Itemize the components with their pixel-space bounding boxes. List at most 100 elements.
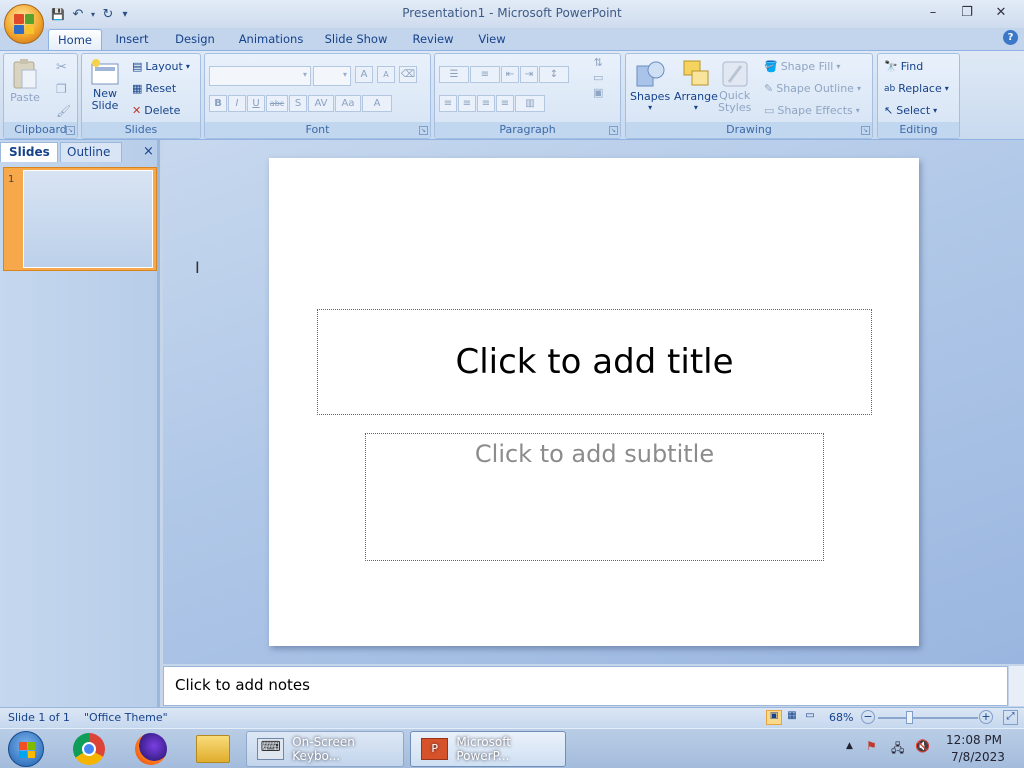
slide-thumbnail[interactable] (23, 170, 153, 268)
slide-canvas[interactable]: Click to add title Click to add subtitle (269, 158, 919, 646)
taskbar-onscreen-keyboard[interactable]: ⌨ On-Screen Keybo... (246, 731, 404, 767)
grow-font-icon[interactable]: A (355, 66, 373, 83)
strikethrough-button[interactable]: abc (266, 95, 288, 112)
tab-home[interactable]: Home (48, 29, 102, 50)
pane-close-icon[interactable]: × (143, 142, 155, 162)
align-text-icon[interactable]: ▭ (593, 71, 603, 84)
tab-animations[interactable]: Animations (236, 29, 306, 50)
shadow-button[interactable]: S (289, 95, 307, 112)
slideshow-view-icon[interactable]: ▭ (802, 710, 818, 725)
tab-insert[interactable]: Insert (110, 29, 154, 50)
firefox-icon[interactable] (135, 733, 167, 765)
taskbar-powerpoint[interactable]: P Microsoft PowerP... (410, 731, 566, 767)
tab-design[interactable]: Design (170, 29, 220, 50)
office-button[interactable] (4, 4, 44, 44)
font-color-button[interactable]: A (362, 95, 392, 112)
tab-review[interactable]: Review (408, 29, 458, 50)
status-bar: Slide 1 of 1 "Office Theme" ▣ ▦ ▭ 68% − … (0, 707, 1024, 728)
pane-tabs: Slides Outline × (0, 142, 160, 162)
numbering-icon[interactable]: ≡ (470, 66, 500, 83)
slides-label: Slides (82, 122, 200, 138)
paste-button[interactable]: Paste (10, 58, 40, 104)
slide-count-status: Slide 1 of 1 (8, 711, 70, 724)
arrange-label: Arrange (674, 90, 718, 103)
replace-button[interactable]: ab Replace ▾ (884, 82, 949, 95)
layout-button[interactable]: ▤ Layout ▾ (132, 60, 190, 73)
tab-slides[interactable]: Slides (0, 142, 58, 162)
arrange-button[interactable]: Arrange ▾ (674, 58, 718, 112)
help-icon[interactable]: ? (1003, 30, 1018, 45)
clear-formatting-icon[interactable]: ⌫ (399, 66, 417, 83)
reset-button[interactable]: ▦ Reset (132, 82, 176, 95)
shape-fill-button[interactable]: 🪣 Shape Fill ▾ (764, 60, 840, 73)
quick-styles-button[interactable]: Quick Styles (718, 58, 751, 114)
clipboard-launcher-icon[interactable]: ↘ (66, 126, 75, 135)
title-placeholder[interactable]: Click to add title (317, 309, 872, 415)
tab-view[interactable]: View (474, 29, 510, 50)
clock-time[interactable]: 12:08 PM (946, 733, 1002, 747)
decrease-indent-icon[interactable]: ⇤ (501, 66, 519, 83)
normal-view-icon[interactable]: ▣ (766, 710, 782, 725)
shapes-button[interactable]: Shapes ▾ (630, 58, 670, 112)
text-direction-icon[interactable]: ⇅ (594, 56, 603, 69)
line-spacing-icon[interactable]: ↕ (539, 66, 569, 83)
minimize-button[interactable]: – (916, 2, 950, 22)
network-icon[interactable]: 🖧 (891, 739, 904, 760)
char-spacing-button[interactable]: AV (308, 95, 334, 112)
bold-button[interactable]: B (209, 95, 227, 112)
notes-scrollbar[interactable] (1008, 666, 1024, 706)
action-center-icon[interactable]: ⚑ (866, 739, 877, 753)
drawing-launcher-icon[interactable]: ↘ (861, 126, 870, 135)
copy-icon[interactable]: ❐ (56, 82, 67, 96)
shape-outline-button[interactable]: ✎ Shape Outline ▾ (764, 82, 861, 95)
file-explorer-icon[interactable] (196, 735, 230, 763)
italic-button[interactable]: I (228, 95, 246, 112)
smartart-icon[interactable]: ▣ (593, 86, 603, 99)
find-button[interactable]: 🔭 Find (884, 60, 923, 73)
tab-slide-show[interactable]: Slide Show (322, 29, 390, 50)
font-name-combo[interactable]: ▾ (209, 66, 311, 86)
notes-placeholder[interactable]: Click to add notes (175, 676, 310, 694)
align-center-icon[interactable]: ≡ (458, 95, 476, 112)
align-left-icon[interactable]: ≡ (439, 95, 457, 112)
zoom-in-button[interactable]: + (979, 710, 993, 724)
volume-muted-icon[interactable]: 🔇 (915, 739, 930, 753)
tab-outline[interactable]: Outline (60, 142, 122, 162)
taskbar-powerpoint-label: Microsoft PowerP... (456, 735, 511, 763)
cut-icon[interactable]: ✂ (56, 60, 67, 75)
fit-to-window-icon[interactable]: ⤢ (1003, 710, 1018, 725)
zoom-slider-thumb[interactable] (906, 711, 913, 724)
zoom-level[interactable]: 68% (829, 711, 853, 724)
close-button[interactable]: ✕ (984, 2, 1018, 22)
increase-indent-icon[interactable]: ⇥ (520, 66, 538, 83)
chrome-icon[interactable] (73, 733, 105, 765)
start-button[interactable] (8, 731, 44, 767)
slide-sorter-icon[interactable]: ▦ (784, 710, 800, 725)
paragraph-group: ☰ ≡ ⇤ ⇥ ↕ ⇅ ▭ ▣ ≡ ≡ ≡ ≡ ▥ Paragraph ↘ (434, 53, 621, 139)
notes-pane[interactable]: Click to add notes (163, 666, 1008, 706)
subtitle-placeholder[interactable]: Click to add subtitle (365, 433, 824, 561)
select-button[interactable]: ↖ Select ▾ (884, 104, 937, 117)
columns-icon[interactable]: ▥ (515, 95, 545, 112)
font-size-combo[interactable]: ▾ (313, 66, 351, 86)
bullets-icon[interactable]: ☰ (439, 66, 469, 83)
clock-date[interactable]: 7/8/2023 (951, 750, 1005, 764)
paste-label: Paste (10, 91, 40, 104)
maximize-button[interactable]: ❐ (950, 2, 984, 22)
shrink-font-icon[interactable]: A (377, 66, 395, 83)
show-hidden-icons-icon[interactable]: ▲ (846, 741, 853, 751)
align-right-icon[interactable]: ≡ (477, 95, 495, 112)
paragraph-launcher-icon[interactable]: ↘ (609, 126, 618, 135)
justify-icon[interactable]: ≡ (496, 95, 514, 112)
shape-effects-button[interactable]: ▭ Shape Effects ▾ (764, 104, 860, 117)
zoom-slider-track[interactable] (878, 717, 978, 719)
format-painter-icon[interactable]: 🖌 (56, 104, 71, 118)
layout-icon: ▤ (132, 60, 143, 73)
font-launcher-icon[interactable]: ↘ (419, 126, 428, 135)
binoculars-icon: 🔭 (884, 60, 898, 73)
underline-button[interactable]: U (247, 95, 265, 112)
change-case-button[interactable]: Aa (335, 95, 361, 112)
new-slide-button[interactable]: New Slide (90, 58, 120, 112)
zoom-out-button[interactable]: − (861, 710, 875, 724)
delete-button[interactable]: ✕ Delete (132, 104, 180, 117)
